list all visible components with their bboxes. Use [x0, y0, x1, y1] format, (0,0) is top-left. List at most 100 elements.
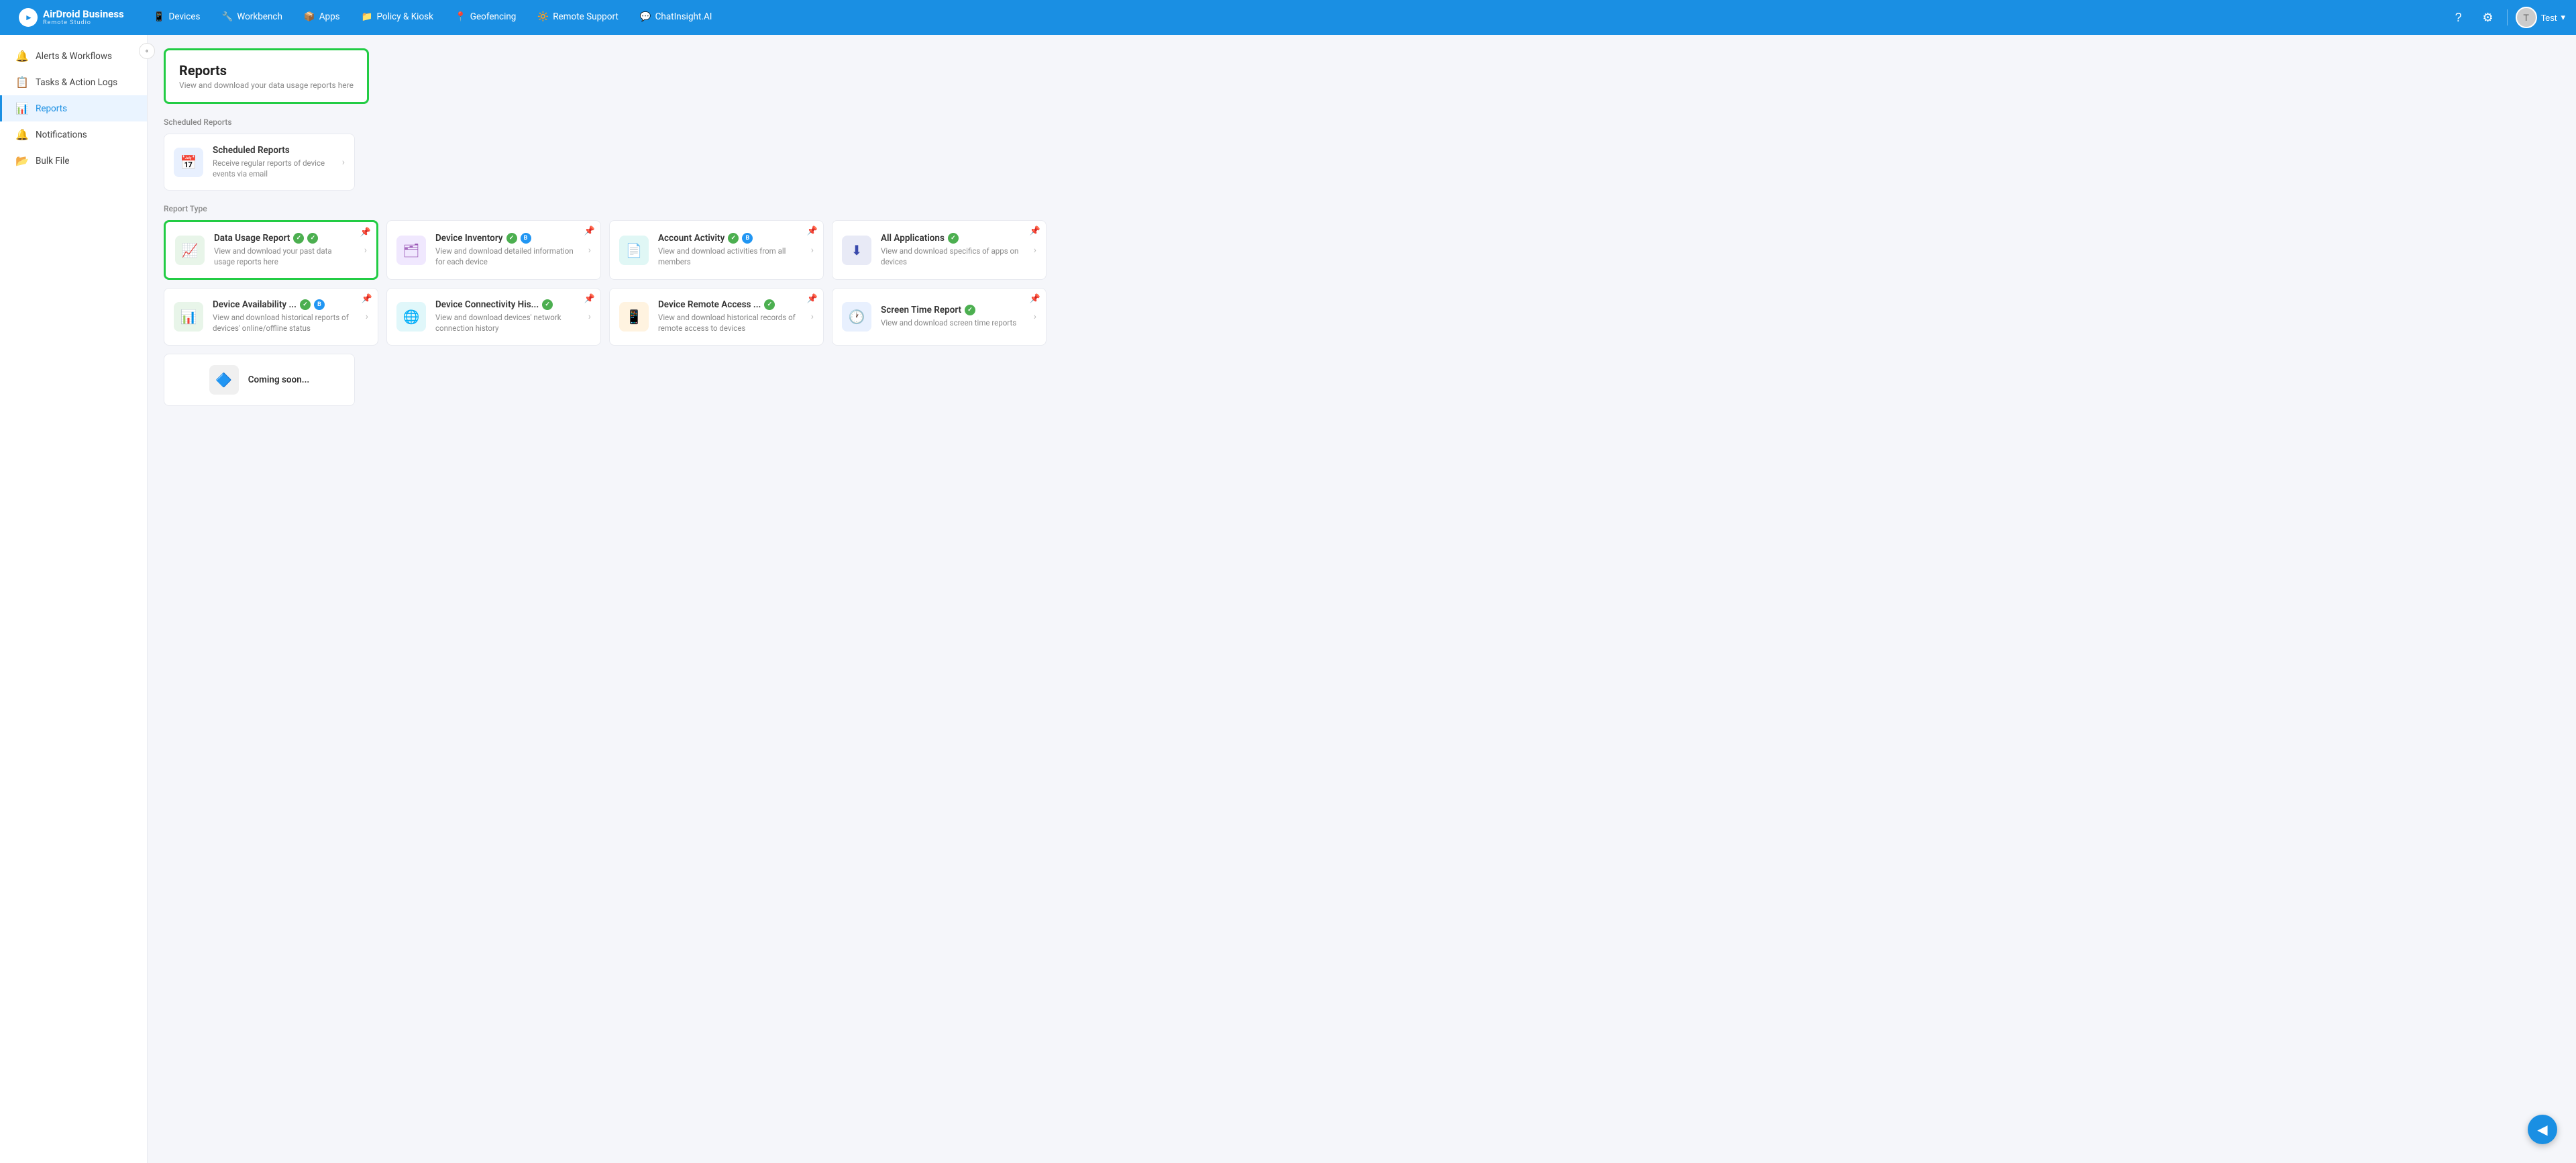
chat-icon: 💬 — [640, 11, 651, 22]
workbench-icon: 🔧 — [222, 11, 233, 22]
nav-items: 📱 Devices 🔧 Workbench 📦 Apps 📁 Policy & … — [143, 0, 723, 35]
account-activity-icon: 📄 — [619, 236, 649, 265]
nav-devices[interactable]: 📱 Devices — [143, 0, 211, 35]
account-activity-desc: View and download activities from all me… — [658, 246, 799, 267]
device-remote-arrow: › — [811, 311, 814, 322]
scheduled-section-label: Scheduled Reports — [164, 117, 2560, 127]
help-button[interactable]: ? — [2448, 7, 2469, 28]
data-usage-title: Data Usage Report ✓ ✓ — [214, 233, 352, 244]
nav-remote[interactable]: 🔆 Remote Support — [527, 0, 629, 35]
scheduled-card-title: Scheduled Reports — [213, 145, 330, 156]
page-title: Reports — [179, 62, 354, 79]
screen-time-desc: View and download screen time reports — [881, 317, 1022, 328]
sidebar-collapse-button[interactable]: « — [139, 43, 155, 59]
device-conn-arrow: › — [588, 311, 591, 322]
coming-soon-card: 🔷 Coming soon... — [164, 354, 355, 406]
screen-time-badge-green: ✓ — [965, 305, 975, 315]
devices-icon: 📱 — [154, 11, 165, 22]
device-remote-desc: View and download historical records of … — [658, 312, 799, 334]
brand-sub: Remote Studio — [43, 19, 124, 26]
sidebar-item-notifications[interactable]: 🔔 Notifications — [0, 121, 147, 148]
nav-geofencing[interactable]: 📍 Geofencing — [444, 0, 527, 35]
device-avail-pin-icon[interactable]: 📌 — [362, 294, 372, 304]
scheduled-card-desc: Receive regular reports of device events… — [213, 158, 330, 179]
screen-time-title: Screen Time Report ✓ — [881, 305, 1022, 315]
dev-remote-badge-green: ✓ — [764, 299, 775, 310]
account-activity-pin-icon[interactable]: 📌 — [807, 226, 818, 236]
logo[interactable]: AirDroid Business Remote Studio — [11, 5, 132, 30]
scheduled-cards-row: 📅 Scheduled Reports Receive regular repo… — [164, 134, 2560, 191]
nav-divider — [2507, 9, 2508, 26]
device-conn-title: Device Connectivity His... ✓ — [435, 299, 576, 310]
report-type-label: Report Type — [164, 204, 2560, 213]
fab-button[interactable]: ◀ — [2528, 1115, 2557, 1144]
device-inv-badge-blue: B — [521, 233, 531, 244]
report-type-row-3: 🔷 Coming soon... — [164, 354, 2560, 406]
screen-time-pin-icon[interactable]: 📌 — [1030, 294, 1040, 304]
nav-policy[interactable]: 📁 Policy & Kiosk — [351, 0, 444, 35]
topnav: AirDroid Business Remote Studio 📱 Device… — [0, 0, 2576, 35]
sidebar-item-alerts[interactable]: 🔔 Alerts & Workflows — [0, 43, 147, 69]
device-connectivity-card[interactable]: 📌 🌐 Device Connectivity His... ✓ View an… — [386, 288, 601, 345]
bulkfile-icon: 📂 — [15, 154, 29, 167]
main-content: Reports View and download your data usag… — [148, 35, 2576, 1163]
sidebar-item-tasks[interactable]: 📋 Tasks & Action Logs — [0, 69, 147, 95]
device-inventory-pin-icon[interactable]: 📌 — [584, 226, 595, 236]
account-activity-card[interactable]: 📌 📄 Account Activity ✓ B View and downlo… — [609, 220, 824, 280]
scheduled-reports-card[interactable]: 📅 Scheduled Reports Receive regular repo… — [164, 134, 355, 191]
all-apps-title: All Applications ✓ — [881, 233, 1022, 244]
chevron-down-icon: ▾ — [2561, 12, 2565, 23]
device-inventory-icon: 🗂 — [396, 236, 426, 265]
dev-avail-badge-blue: B — [314, 299, 325, 310]
data-usage-arrow: › — [364, 245, 367, 256]
nav-apps[interactable]: 📦 Apps — [293, 0, 351, 35]
account-activity-title: Account Activity ✓ B — [658, 233, 799, 244]
sidebar-item-reports[interactable]: 📊 Reports — [0, 95, 147, 121]
screen-time-card[interactable]: 📌 🕐 Screen Time Report ✓ View and downlo… — [832, 288, 1046, 345]
account-activity-arrow: › — [811, 245, 814, 256]
device-avail-arrow: › — [366, 311, 368, 322]
dev-conn-badge-green: ✓ — [542, 299, 553, 310]
device-conn-pin-icon[interactable]: 📌 — [584, 294, 595, 304]
device-inventory-card[interactable]: 📌 🗂 Device Inventory ✓ B View and downlo… — [386, 220, 601, 280]
data-usage-card[interactable]: 📌 📈 Data Usage Report ✓ ✓ View and downl… — [164, 220, 378, 280]
device-inv-badge-green: ✓ — [506, 233, 517, 244]
nav-workbench[interactable]: 🔧 Workbench — [211, 0, 293, 35]
device-inventory-title: Device Inventory ✓ B — [435, 233, 576, 244]
device-avail-title: Device Availability ... ✓ B — [213, 299, 354, 310]
page-subtitle: View and download your data usage report… — [179, 81, 354, 90]
screen-time-arrow: › — [1034, 311, 1036, 322]
geofencing-icon: 📍 — [455, 11, 466, 22]
sidebar-item-bulkfile[interactable]: 📂 Bulk File — [0, 148, 147, 174]
brand-name: AirDroid Business — [43, 9, 124, 20]
dev-avail-badge-green: ✓ — [300, 299, 311, 310]
layout: « 🔔 Alerts & Workflows 📋 Tasks & Action … — [0, 35, 2576, 1163]
nav-chat[interactable]: 💬 ChatInsight.AI — [629, 0, 723, 35]
coming-soon-title: Coming soon... — [248, 374, 310, 385]
fab-icon: ◀ — [2537, 1121, 2547, 1138]
reports-icon: 📊 — [15, 102, 29, 115]
badge-green-2: ✓ — [307, 233, 318, 244]
device-remote-title: Device Remote Access ... ✓ — [658, 299, 799, 310]
acct-badge-green: ✓ — [728, 233, 739, 244]
device-remote-pin-icon[interactable]: 📌 — [807, 294, 818, 304]
policy-icon: 📁 — [362, 11, 373, 22]
settings-button[interactable]: ⚙ — [2477, 7, 2499, 28]
data-usage-pin-icon[interactable]: 📌 — [360, 227, 371, 238]
device-remote-card[interactable]: 📌 📱 Device Remote Access ... ✓ View and … — [609, 288, 824, 345]
user-menu-button[interactable]: T Test ▾ — [2516, 7, 2565, 28]
logo-icon — [19, 8, 38, 27]
scheduled-icon: 📅 — [174, 148, 203, 177]
device-availability-card[interactable]: 📌 📊 Device Availability ... ✓ B View and… — [164, 288, 378, 345]
scheduled-card-arrow: › — [342, 157, 345, 168]
all-applications-card[interactable]: 📌 ⬇ All Applications ✓ View and download… — [832, 220, 1046, 280]
nav-right: ? ⚙ T Test ▾ — [2448, 7, 2565, 28]
report-type-row-2: 📌 📊 Device Availability ... ✓ B View and… — [164, 288, 2560, 345]
all-apps-badge-green: ✓ — [948, 233, 959, 244]
data-usage-desc: View and download your past data usage r… — [214, 246, 352, 267]
report-type-row-1: 📌 📈 Data Usage Report ✓ ✓ View and downl… — [164, 220, 2560, 280]
sidebar: « 🔔 Alerts & Workflows 📋 Tasks & Action … — [0, 35, 148, 1163]
all-apps-icon: ⬇ — [842, 236, 871, 265]
all-apps-desc: View and download specifics of apps on d… — [881, 246, 1022, 267]
all-apps-pin-icon[interactable]: 📌 — [1030, 226, 1040, 236]
